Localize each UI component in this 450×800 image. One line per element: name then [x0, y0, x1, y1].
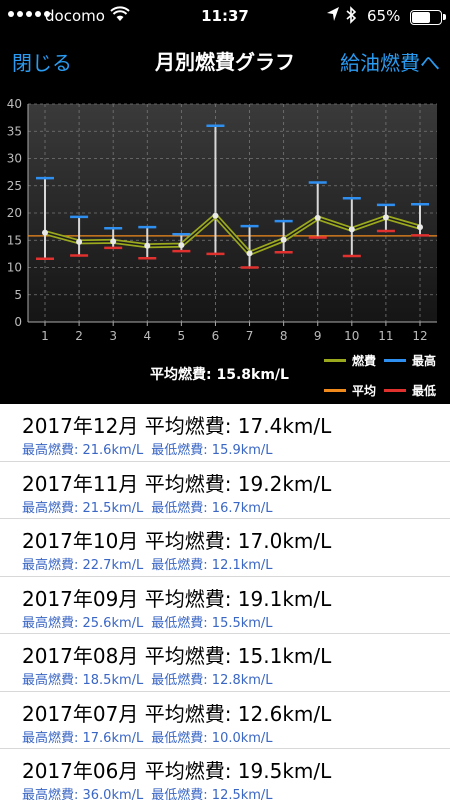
- x-tick-label: 4: [143, 329, 151, 342]
- x-tick-label: 9: [314, 329, 322, 342]
- x-tick-label: 6: [212, 329, 220, 342]
- month-detail: 最高燃費: 21.6km/L 最低燃費: 15.9km/L: [22, 439, 273, 458]
- legend-item-avg: 平均: [324, 382, 376, 399]
- battery-icon: [410, 10, 442, 25]
- monthly-fuel-chart: 0 5 10 15 20 25 30 35 40 1 2 3 4 5 6 7 8 9 10 11 12: [0, 86, 450, 342]
- battery-tip: [443, 14, 446, 20]
- navigation-bar: 閉じる 月別燃費グラフ 給油燃費へ: [0, 34, 450, 86]
- x-tick-label: 8: [280, 329, 288, 342]
- status-bar: docomo 11:37 65%: [0, 0, 450, 34]
- min-fuel: 最低燃費: 15.9km/L: [151, 443, 273, 458]
- y-tick-label: 40: [7, 97, 22, 111]
- x-tick-label: 5: [178, 329, 186, 342]
- month-detail: 最高燃費: 18.5km/L 最低燃費: 12.8km/L: [22, 669, 273, 688]
- y-tick-label: 5: [14, 288, 22, 302]
- fuel-point: [280, 236, 287, 243]
- average-fuel-text: 平均燃費: 15.8km/L: [150, 367, 289, 383]
- legend-swatch-max: [384, 359, 406, 362]
- max-fuel: 最高燃費: 25.6km/L: [22, 615, 144, 631]
- fuel-point: [110, 238, 117, 245]
- legend-label-fuel: 燃費: [352, 354, 377, 368]
- min-fuel: 最低燃費: 16.7km/L: [151, 500, 273, 516]
- min-fuel: 最低燃費: 12.1km/L: [151, 558, 273, 573]
- month-detail: 最高燃費: 21.5km/L 最低燃費: 16.7km/L: [22, 497, 273, 516]
- fuel-point: [76, 238, 83, 245]
- month-summary: 2017年10月 平均燃費: 17.0km/L: [22, 529, 332, 553]
- list-item[interactable]: 2017年09月 平均燃費: 19.1km/L 最高燃費: 25.6km/L 最低…: [0, 577, 450, 634]
- legend-item-min: 最低: [384, 382, 436, 399]
- legend-swatch-avg: [324, 389, 346, 392]
- month-detail: 最高燃費: 25.6km/L 最低燃費: 15.5km/L: [22, 612, 273, 631]
- list-item[interactable]: 2017年12月 平均燃費: 17.4km/L 最高燃費: 21.6km/L 最低…: [0, 404, 450, 462]
- location-arrow-icon: [326, 6, 340, 26]
- fuel-efficiency-button[interactable]: 給油燃費へ: [340, 47, 440, 76]
- legend-swatch-min: [384, 389, 406, 392]
- min-fuel: 最低燃費: 12.8km/L: [151, 673, 273, 688]
- min-fuel: 最低燃費: 15.5km/L: [151, 615, 273, 631]
- legend-item-fuel: 燃費: [324, 352, 376, 369]
- min-fuel: 最低燃費: 12.5km/L: [151, 788, 273, 800]
- month-detail: 最高燃費: 17.6km/L 最低燃費: 10.0km/L: [22, 727, 273, 746]
- month-detail: 最高燃費: 22.7km/L 最低燃費: 12.1km/L: [22, 554, 273, 573]
- list-item[interactable]: 2017年06月 平均燃費: 19.5km/L 最高燃費: 36.0km/L 最低…: [0, 749, 450, 800]
- x-tick-label: 10: [344, 329, 359, 342]
- month-summary: 2017年07月 平均燃費: 12.6km/L: [22, 701, 332, 726]
- chart-legend: 平均燃費: 15.8km/L 燃費 最高 平均 最低: [0, 342, 450, 404]
- x-tick-label: 3: [109, 329, 117, 342]
- max-fuel: 最高燃費: 21.5km/L: [22, 500, 144, 516]
- chart-svg: 05101520253035401 2 3 4 5 6 7 8 9 10 11 12: [7, 97, 437, 342]
- fuel-point: [178, 242, 185, 249]
- list-item[interactable]: 2017年11月 平均燃費: 19.2km/L 最高燃費: 21.5km/L 最低…: [0, 462, 450, 519]
- battery-percentage: 65%: [367, 7, 401, 25]
- y-tick-label: 35: [7, 124, 22, 138]
- legend-item-max: 最高: [384, 352, 436, 369]
- legend-label-avg: 平均: [352, 384, 377, 398]
- max-fuel: 最高燃費: 17.6km/L: [22, 730, 144, 746]
- fuel-point: [212, 212, 219, 219]
- max-fuel: 最高燃費: 21.6km/L: [22, 443, 144, 458]
- y-tick-label: 25: [7, 179, 22, 193]
- x-tick-label: 12: [412, 329, 427, 342]
- y-tick-label: 0: [14, 315, 22, 329]
- list-item[interactable]: 2017年08月 平均燃費: 15.1km/L 最高燃費: 18.5km/L 最低…: [0, 634, 450, 692]
- x-tick-label: 7: [246, 329, 254, 342]
- month-summary: 2017年06月 平均燃費: 19.5km/L: [22, 759, 332, 783]
- min-fuel: 最低燃費: 10.0km/L: [151, 730, 273, 746]
- month-summary: 2017年11月 平均燃費: 19.2km/L: [22, 471, 332, 496]
- monthly-list[interactable]: 2017年12月 平均燃費: 17.4km/L 最高燃費: 21.6km/L 最低…: [0, 404, 450, 800]
- fuel-point: [314, 214, 321, 221]
- month-summary: 2017年12月 平均燃費: 17.4km/L: [22, 414, 332, 438]
- close-button[interactable]: 閉じる: [12, 47, 72, 76]
- legend-label-min: 最低: [412, 384, 437, 398]
- month-summary: 2017年08月 平均燃費: 15.1km/L: [22, 644, 332, 668]
- legend-swatch-fuel: [324, 359, 346, 362]
- month-summary: 2017年09月 平均燃費: 19.1km/L: [22, 586, 332, 611]
- y-tick-label: 20: [7, 206, 22, 220]
- month-detail: 最高燃費: 36.0km/L 最低燃費: 12.5km/L: [22, 784, 273, 800]
- list-item[interactable]: 2017年07月 平均燃費: 12.6km/L 最高燃費: 17.6km/L 最低…: [0, 692, 450, 749]
- x-tick-label: 11: [378, 329, 393, 342]
- fuel-point: [382, 214, 389, 221]
- max-fuel: 最高燃費: 36.0km/L: [22, 788, 144, 800]
- x-tick-label: 1: [41, 329, 49, 342]
- x-tick-label: 2: [75, 329, 83, 342]
- fuel-point: [144, 242, 151, 249]
- bluetooth-icon: [345, 6, 357, 28]
- fuel-point: [348, 226, 355, 233]
- y-tick-label: 30: [7, 152, 22, 166]
- fuel-point: [246, 250, 253, 257]
- max-fuel: 最高燃費: 22.7km/L: [22, 558, 144, 573]
- y-tick-label: 10: [7, 261, 22, 275]
- max-fuel: 最高燃費: 18.5km/L: [22, 673, 144, 688]
- y-tick-label: 15: [7, 233, 22, 247]
- list-item[interactable]: 2017年10月 平均燃費: 17.0km/L 最高燃費: 22.7km/L 最低…: [0, 519, 450, 577]
- fuel-point: [417, 224, 423, 231]
- fuel-point: [42, 229, 48, 236]
- legend-label-max: 最高: [412, 354, 437, 368]
